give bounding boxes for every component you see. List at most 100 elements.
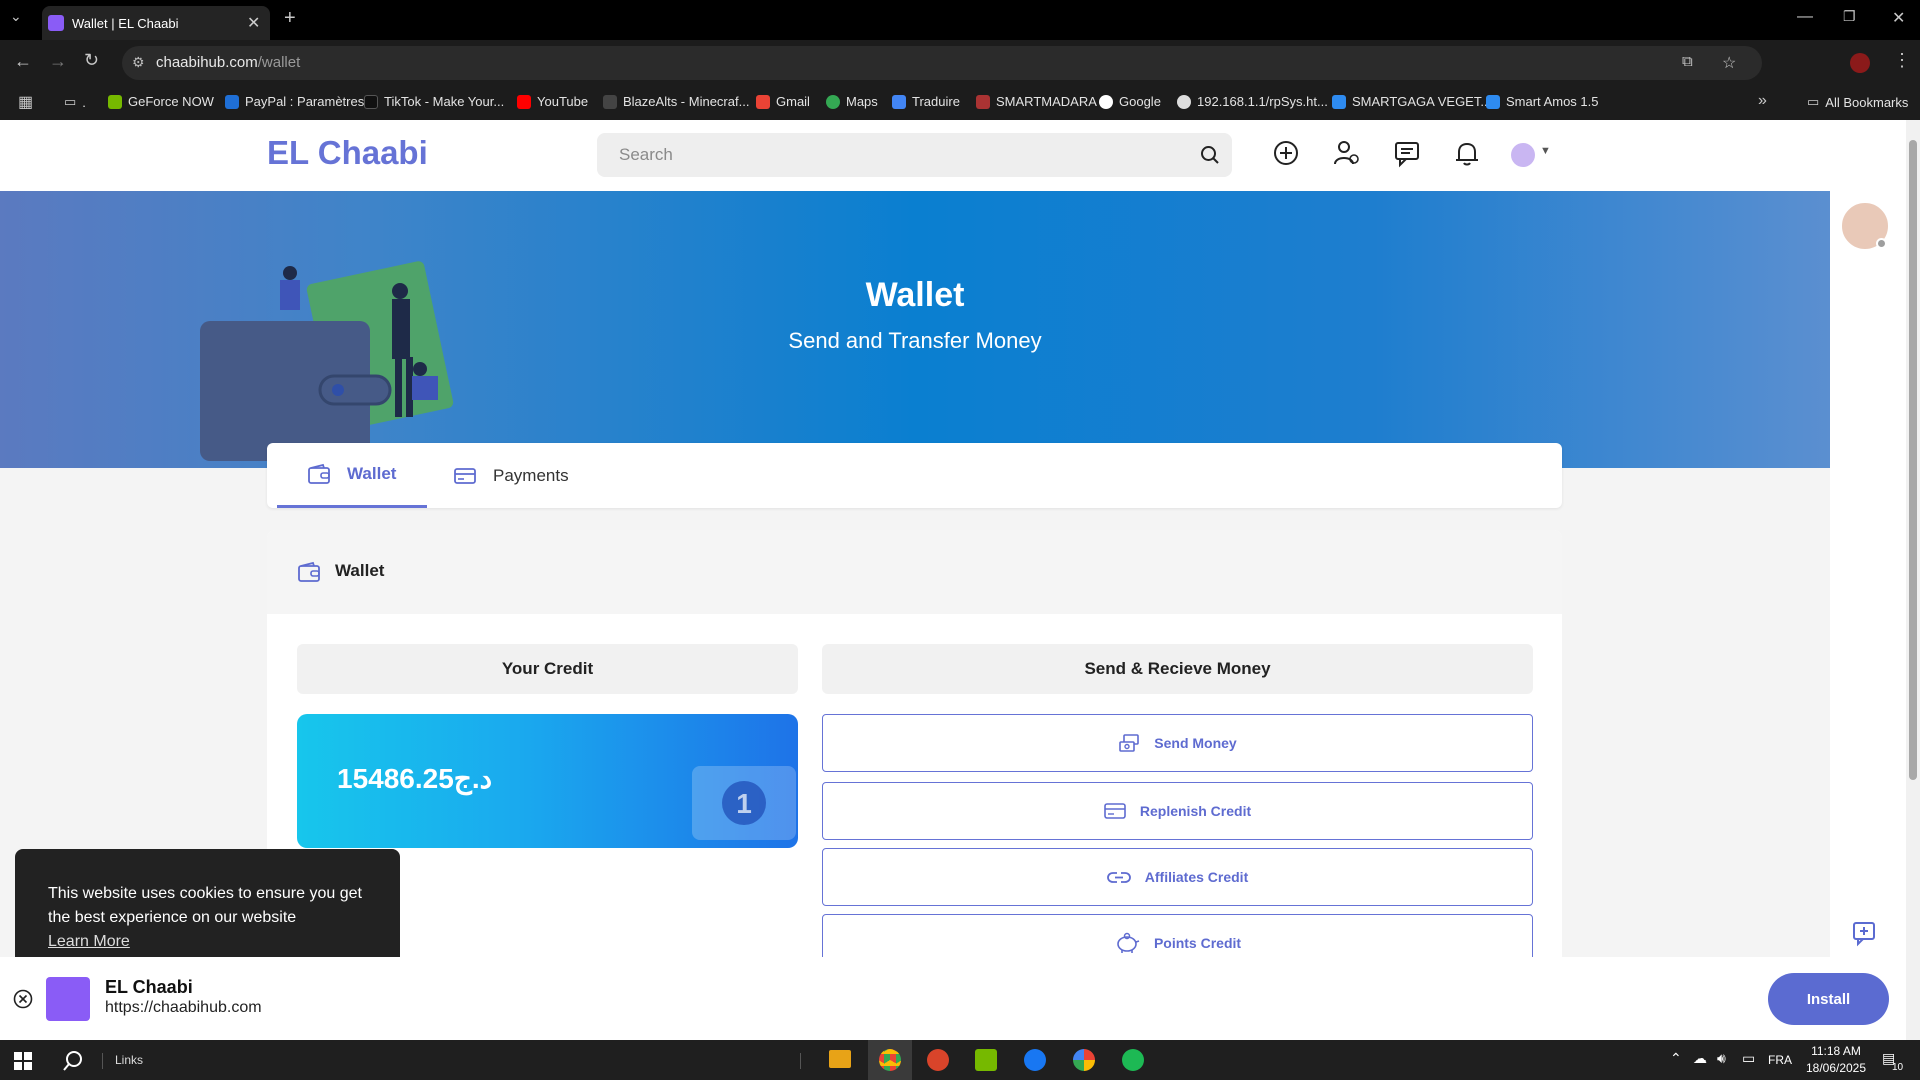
app-icon: [46, 977, 90, 1021]
tab-wallet-label: Wallet: [347, 464, 397, 483]
bookmark-item[interactable]: Traduire: [892, 94, 960, 109]
send-money-button[interactable]: Send Money: [822, 714, 1533, 772]
learn-more-link[interactable]: Learn More: [48, 933, 130, 951]
bookmark-item[interactable]: BlazeAlts - Minecraf...: [603, 94, 749, 109]
browser-tab-active[interactable]: Wallet | EL Chaabi ✕: [42, 6, 270, 40]
gmail-icon: [756, 94, 770, 109]
wallet-card-header: Wallet: [267, 530, 1562, 614]
hero-subtitle: Send and Transfer Money: [788, 328, 1042, 353]
install-button[interactable]: Install: [1768, 973, 1889, 1025]
nvidia-icon[interactable]: [975, 1049, 997, 1071]
bookmark-item[interactable]: Maps: [826, 94, 878, 109]
bookmark-item[interactable]: SMARTMADARA: [976, 94, 1097, 109]
search-input[interactable]: [619, 133, 1179, 177]
close-window-icon[interactable]: ✕: [1892, 8, 1905, 28]
site-header: EL Chaabi ▼: [0, 120, 1920, 191]
folder-icon: ▭: [64, 94, 77, 109]
tab-payments[interactable]: Payments: [453, 443, 569, 508]
chevron-up-icon[interactable]: ⌃: [1670, 1050, 1682, 1067]
scrollbar-thumb[interactable]: [1909, 140, 1917, 780]
network-icon[interactable]: ▭: [1742, 1050, 1755, 1067]
install-app-bar: EL Chaabi https://chaabihub.com Install: [0, 957, 1920, 1040]
clock-time[interactable]: 11:18 AM: [1806, 1044, 1866, 1058]
chevron-down-icon[interactable]: ▼: [1540, 145, 1551, 157]
bookmark-folder[interactable]: ▭.: [64, 94, 86, 110]
paypal-icon: [225, 94, 239, 109]
windows-start-icon[interactable]: [14, 1052, 32, 1070]
bookmark-item[interactable]: 192.168.1.1/rpSys.ht...: [1177, 94, 1328, 109]
points-credit-button[interactable]: Points Credit: [822, 914, 1533, 957]
volume-icon[interactable]: 🔊︎: [1717, 1050, 1726, 1067]
replenish-credit-label: Replenish Credit: [1139, 803, 1252, 819]
notifications-bell-icon[interactable]: [1452, 138, 1482, 168]
site-logo[interactable]: EL Chaabi: [267, 134, 428, 172]
credit-card-icon: [454, 467, 476, 484]
onedrive-icon[interactable]: ☁: [1693, 1050, 1707, 1067]
more-bookmarks-icon[interactable]: »: [1758, 92, 1767, 110]
affiliates-credit-button[interactable]: Affiliates Credit: [822, 848, 1533, 906]
browser-toolbar: ← → ↻ ⚙ chaabihub.com/wallet ☆ ⧉ ⋮: [0, 40, 1920, 86]
browser-tab-strip: ⌄ Wallet | EL Chaabi ✕ + — ❐ ✕: [0, 0, 1920, 40]
affiliates-credit-label: Affiliates Credit: [1144, 869, 1249, 885]
url-domain: chaabihub.com: [156, 54, 258, 71]
new-chat-icon[interactable]: [1850, 919, 1878, 947]
photos-icon[interactable]: [1073, 1049, 1095, 1071]
close-tab-icon[interactable]: ✕: [247, 13, 260, 33]
file-explorer-icon[interactable]: [829, 1050, 851, 1068]
app-icon[interactable]: [927, 1049, 949, 1071]
address-bar[interactable]: ⚙ chaabihub.com/wallet ☆ ⧉: [122, 46, 1762, 80]
youtube-icon: [517, 94, 531, 109]
page-scrollbar[interactable]: [1906, 120, 1920, 1040]
menu-kebab-icon[interactable]: ⋮: [1893, 50, 1911, 71]
hero-banner: Wallet Send and Transfer Money: [0, 191, 1830, 468]
replenish-credit-button[interactable]: Replenish Credit: [822, 782, 1533, 840]
restore-icon[interactable]: ❐: [1843, 8, 1856, 25]
forward-icon[interactable]: →: [49, 51, 67, 72]
credit-balance-card: 15486.25د.ج 1: [297, 714, 798, 848]
back-icon[interactable]: ←: [14, 51, 32, 72]
facebook-icon[interactable]: [1024, 1049, 1046, 1071]
profile-avatar-icon[interactable]: [1850, 53, 1870, 73]
new-tab-icon[interactable]: +: [284, 7, 296, 30]
credit-card-icon: [1104, 803, 1126, 819]
user-avatar[interactable]: [1511, 143, 1535, 167]
spotify-icon[interactable]: [1122, 1049, 1144, 1071]
language-indicator[interactable]: FRA: [1768, 1053, 1792, 1067]
tab-wallet[interactable]: Wallet: [277, 443, 427, 508]
wallet-icon: [298, 561, 320, 582]
apps-grid-icon[interactable]: ▦: [18, 92, 33, 112]
all-bookmarks[interactable]: ▭ All Bookmarks: [1807, 94, 1908, 110]
tab-search-icon[interactable]: ⌄: [10, 8, 22, 25]
reload-icon[interactable]: ↻: [84, 50, 99, 71]
translate-icon: [892, 94, 906, 109]
windows-taskbar: Links ⌃ ☁ 🔊︎ ▭ FRA 11:18 AM 18/06/2025 ▤…: [0, 1040, 1920, 1080]
add-friend-icon[interactable]: [1331, 138, 1361, 168]
chrome-icon[interactable]: [879, 1049, 901, 1071]
bookmark-item[interactable]: YouTube: [517, 94, 588, 109]
search-icon[interactable]: [62, 1050, 84, 1072]
search-icon[interactable]: [1200, 145, 1220, 165]
clock-date[interactable]: 18/06/2025: [1802, 1061, 1870, 1075]
bookmark-item[interactable]: Gmail: [756, 94, 810, 109]
bookmark-item[interactable]: PayPal : Paramètres: [225, 94, 364, 109]
install-app-icon[interactable]: ⧉: [1682, 53, 1693, 70]
site-info-icon[interactable]: ⚙: [132, 54, 145, 71]
bookmark-item[interactable]: GeForce NOW: [108, 94, 214, 109]
links-toolbar[interactable]: Links: [115, 1053, 143, 1067]
bookmark-item[interactable]: Smart Amos 1.5: [1486, 94, 1598, 109]
bookmark-item[interactable]: Google: [1099, 94, 1161, 109]
smart-amos-icon: [1486, 94, 1500, 109]
hero-title: Wallet: [865, 276, 965, 314]
link-icon: [1106, 872, 1131, 883]
url-path: /wallet: [257, 54, 301, 71]
bookmark-item[interactable]: SMARTGAGA VEGET...: [1332, 94, 1491, 109]
bookmark-item[interactable]: TikTok - Make Your...: [364, 94, 504, 109]
messages-icon[interactable]: [1392, 138, 1422, 168]
blazealts-icon: [603, 94, 617, 109]
geforce-icon: [108, 94, 122, 109]
bookmark-star-icon[interactable]: ☆: [1722, 53, 1736, 73]
send-money-label: Send Money: [1154, 735, 1237, 751]
minimize-icon[interactable]: —: [1797, 8, 1813, 26]
close-icon[interactable]: [13, 989, 33, 1009]
add-post-icon[interactable]: [1271, 138, 1301, 168]
